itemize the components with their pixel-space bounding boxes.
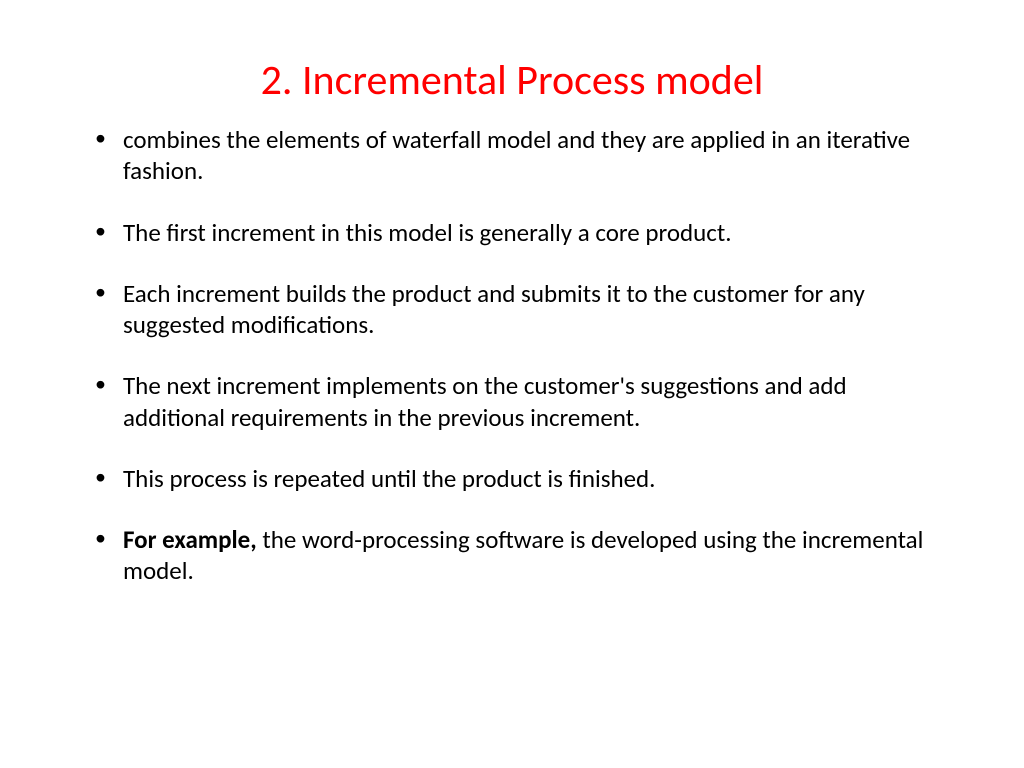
slide-title: 2. Incremental Process model [70,55,954,106]
bullet-text: The first increment in this model is gen… [123,217,732,248]
bullet-item: For example, the word-processing softwar… [95,524,954,587]
bullet-list: combines the elements of waterfall model… [70,124,954,587]
bullet-text: This process is repeated until the produ… [123,463,656,494]
bullet-item: This process is repeated until the produ… [95,463,954,494]
bullet-item: The first increment in this model is gen… [95,217,954,248]
bullet-text: Each increment builds the product and su… [123,278,865,340]
bullet-text: The next increment implements on the cus… [123,370,847,432]
bullet-item: combines the elements of waterfall model… [95,124,954,187]
bullet-item: Each increment builds the product and su… [95,278,954,341]
bullet-item: The next increment implements on the cus… [95,370,954,433]
bullet-bold-prefix: For example, [123,524,262,555]
bullet-text: combines the elements of waterfall model… [123,124,910,186]
